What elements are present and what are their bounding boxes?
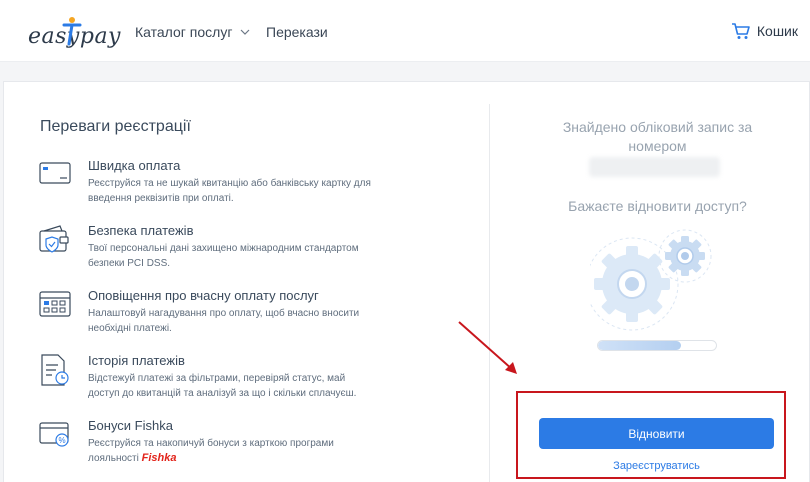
column-divider bbox=[489, 104, 490, 482]
benefit-description-text: Реєструйся та накопичуй бонуси з карткою… bbox=[88, 438, 334, 464]
bonus-card-icon: % bbox=[39, 422, 69, 447]
fishka-brand: Fishka bbox=[141, 452, 177, 464]
benefit-description: Реєструйся та накопичуй бонуси з карткою… bbox=[88, 436, 378, 466]
benefit-item: Швидка оплата Реєструйся та не шукай кви… bbox=[38, 158, 383, 208]
cart-icon bbox=[731, 23, 750, 39]
account-found-text: Знайдено обліковий запис за номером bbox=[562, 119, 753, 154]
easypay-logo[interactable]: easypay bbox=[28, 16, 120, 50]
benefit-title: Історія платежів bbox=[88, 353, 185, 368]
nav-transfers[interactable]: Перекази bbox=[266, 24, 328, 40]
benefit-title: Безпека платежів bbox=[88, 223, 194, 238]
card-icon bbox=[39, 162, 71, 184]
cart-button[interactable]: Кошик bbox=[731, 22, 798, 40]
nav-catalog[interactable]: Каталог послуг bbox=[135, 24, 250, 40]
benefit-description: Відстежуй платежі за фільтрами, перевіря… bbox=[88, 373, 357, 399]
chevron-down-icon bbox=[241, 29, 250, 35]
restore-button[interactable]: Відновити bbox=[539, 418, 774, 449]
svg-text:%: % bbox=[58, 436, 65, 445]
progress-bar bbox=[597, 340, 717, 351]
benefit-description: Налаштовуй нагадування про оплату, щоб в… bbox=[88, 308, 360, 334]
calendar-icon bbox=[39, 291, 71, 317]
top-header: easypay Каталог послуг Перекази Кошик bbox=[0, 0, 810, 62]
benefit-title: Оповіщення про вчасну оплату послуг bbox=[88, 288, 319, 303]
benefits-title: Переваги реєстрації bbox=[40, 118, 191, 135]
cart-label: Кошик bbox=[756, 23, 798, 39]
progress-fill bbox=[598, 341, 681, 350]
masked-phone-number bbox=[589, 157, 720, 177]
wallet-shield-icon bbox=[39, 225, 69, 253]
benefit-title: Швидка оплата bbox=[88, 158, 181, 173]
logo-figure-icon bbox=[62, 17, 82, 46]
benefit-item: Безпека платежів Твої персональні дані з… bbox=[38, 223, 383, 273]
restore-question: Бажаєте відновити доступ? bbox=[568, 198, 747, 214]
arrow-pointer-icon bbox=[458, 321, 517, 374]
benefit-item: Оповіщення про вчасну оплату послуг Нала… bbox=[38, 288, 383, 338]
history-document-icon bbox=[41, 354, 69, 386]
nav-catalog-label: Каталог послуг bbox=[135, 24, 233, 40]
benefit-item: % Бонуси Fishka Реєструйся та накопичуй … bbox=[38, 418, 383, 468]
benefit-title: Бонуси Fishka bbox=[88, 418, 173, 433]
benefit-description: Твої персональні дані захищено міжнародн… bbox=[88, 243, 359, 269]
register-link[interactable]: Зареєструватись bbox=[539, 460, 774, 472]
benefit-description: Реєструйся та не шукай квитанцію або бан… bbox=[88, 178, 371, 204]
benefit-item: Історія платежів Відстежуй платежі за фі… bbox=[38, 353, 383, 403]
gears-icon bbox=[590, 229, 712, 331]
